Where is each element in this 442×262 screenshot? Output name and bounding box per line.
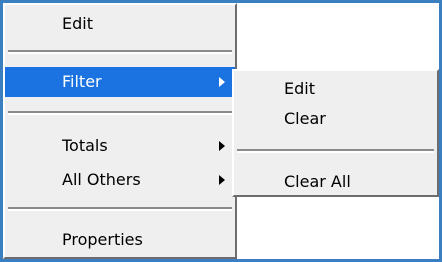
menu-item-label: Properties (62, 230, 143, 249)
filter-submenu: Edit Clear Clear All (232, 69, 439, 197)
submenu-arrow-icon (219, 141, 225, 151)
menu-separator (237, 149, 434, 153)
submenu-item-edit[interactable]: Edit (234, 74, 437, 104)
menu-item-filter[interactable]: Filter (5, 67, 235, 97)
menu-separator (8, 207, 232, 211)
menu-separator (8, 111, 232, 115)
menu-item-totals[interactable]: Totals (5, 131, 235, 161)
context-menu: Edit Filter Totals All Others Properties (3, 3, 237, 259)
submenu-item-clear-all[interactable]: Clear All (234, 167, 437, 197)
menu-item-label: Filter (62, 72, 102, 91)
menu-item-label: Clear All (284, 172, 351, 191)
submenu-arrow-icon (219, 77, 225, 87)
submenu-item-clear[interactable]: Clear (234, 104, 437, 134)
menu-item-label: Totals (62, 136, 108, 155)
menu-item-label: Edit (62, 14, 93, 33)
menu-separator (8, 50, 232, 54)
menu-item-label: Clear (284, 109, 326, 128)
menu-item-label: All Others (62, 170, 141, 189)
submenu-arrow-icon (219, 175, 225, 185)
menu-item-label: Edit (284, 79, 315, 98)
menu-item-edit[interactable]: Edit (5, 9, 235, 39)
menu-item-properties[interactable]: Properties (5, 225, 235, 255)
menu-item-all-others[interactable]: All Others (5, 165, 235, 195)
